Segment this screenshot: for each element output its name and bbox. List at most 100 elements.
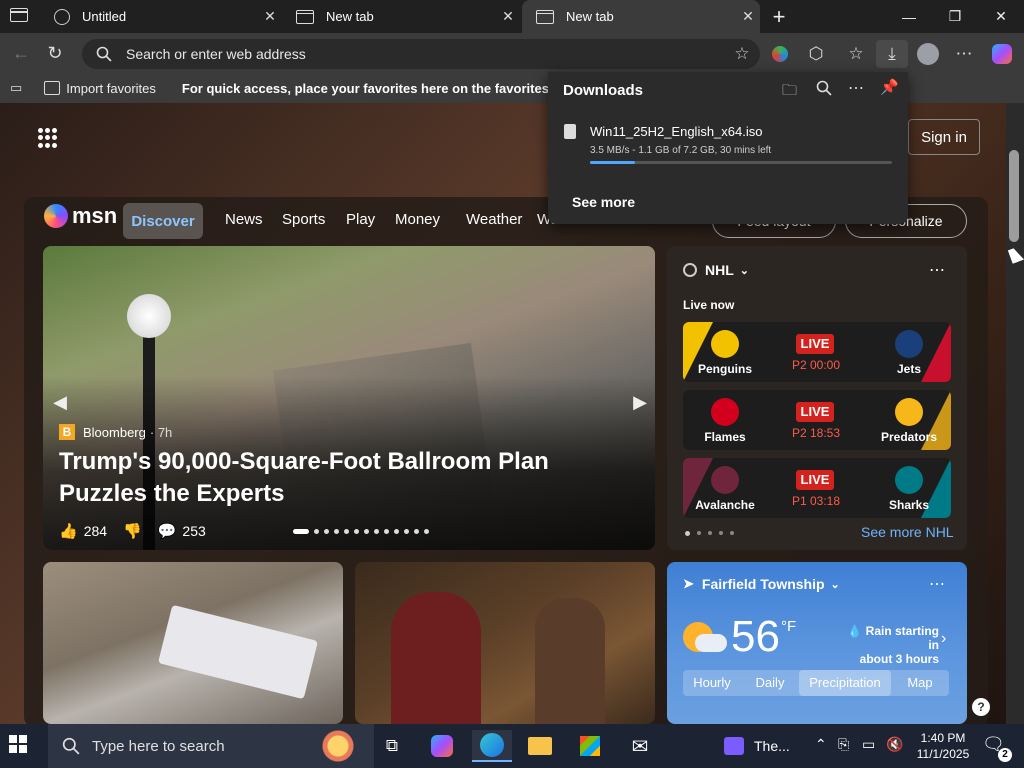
- meet-now-icon[interactable]: ⎘: [838, 736, 849, 753]
- chevron-down-icon: ⌄: [830, 578, 840, 591]
- hero-article[interactable]: ◀ ▶ B Bloomberg · 7h Trump's 90,000-Squa…: [43, 246, 655, 550]
- see-more-nhl-link[interactable]: See more NHL: [861, 524, 954, 540]
- taskbar-app-label: The...: [754, 738, 790, 754]
- taskbar-clock[interactable]: 1:40 PM 11/1/2025: [916, 730, 970, 762]
- hero-prev-arrow[interactable]: ◀: [47, 382, 73, 422]
- hero-next-arrow[interactable]: ▶: [627, 382, 653, 422]
- home-team: Flames: [704, 430, 746, 444]
- hero-headline[interactable]: Trump's 90,000-Square-Foot Ballroom Plan…: [59, 446, 639, 510]
- like-icon[interactable]: 👍: [59, 522, 78, 540]
- extensions-icon[interactable]: ⬡: [800, 40, 832, 68]
- temperature: 56: [731, 612, 780, 661]
- article-card-boat[interactable]: [43, 562, 343, 724]
- close-tab-icon[interactable]: ✕: [496, 8, 520, 25]
- taskbar-search[interactable]: Type here to search: [48, 724, 374, 768]
- favorites-icon[interactable]: ☆: [840, 40, 872, 68]
- mail-icon[interactable]: ✉: [620, 730, 660, 762]
- weather-next-arrow[interactable]: ›: [941, 630, 946, 648]
- see-more-downloads-link[interactable]: See more: [572, 194, 635, 210]
- minimize-button[interactable]: —: [886, 0, 932, 33]
- tab-news[interactable]: News: [225, 211, 263, 228]
- network-icon[interactable]: ▭: [862, 736, 875, 753]
- tab-actions-icon[interactable]: [10, 8, 28, 22]
- sign-in-button[interactable]: Sign in: [908, 119, 980, 155]
- weather-more-icon[interactable]: ⋯: [929, 574, 945, 594]
- globe-icon: [54, 8, 70, 25]
- downloads-title: Downloads: [563, 82, 644, 99]
- weather-location[interactable]: ➤ Fairfield Township ⌄: [683, 576, 840, 592]
- tab-precipitation[interactable]: Precipitation: [799, 670, 891, 696]
- refresh-button[interactable]: ↻: [40, 39, 70, 67]
- search-icon: [96, 46, 112, 62]
- open-folder-icon[interactable]: 🗀: [782, 80, 797, 105]
- help-button[interactable]: ?: [972, 698, 990, 716]
- article-card-show[interactable]: [355, 562, 655, 724]
- game-clock: P2 18:53: [791, 426, 841, 440]
- download-progress-fill: [590, 161, 636, 164]
- taskbar-app-button[interactable]: The...: [724, 724, 812, 768]
- nhl-pager-dots[interactable]: [685, 531, 734, 536]
- dislike-icon[interactable]: 👎: [123, 522, 142, 540]
- tab-map[interactable]: Map: [891, 670, 949, 696]
- more-menu-icon[interactable]: ⋯: [948, 40, 980, 68]
- new-tab-page-icon: [296, 9, 314, 24]
- search-downloads-icon[interactable]: [816, 80, 832, 101]
- tab-sports[interactable]: Sports: [282, 211, 325, 228]
- download-filename[interactable]: Win11_25H2_English_x64.iso: [590, 124, 762, 139]
- hero-reactions: 👍 284 👎 💬 253: [59, 522, 206, 540]
- pin-icon[interactable]: 📌: [880, 78, 899, 96]
- volume-muted-icon[interactable]: 🔇: [886, 736, 903, 753]
- address-bar[interactable]: Search or enter web address ☆: [82, 39, 760, 69]
- tab-discover[interactable]: Discover: [123, 203, 203, 239]
- new-tab-button[interactable]: +: [762, 0, 796, 33]
- comment-icon[interactable]: 💬: [158, 522, 177, 540]
- msn-logo[interactable]: msn: [44, 203, 117, 229]
- apps-launcher-icon[interactable]: [38, 128, 58, 148]
- game-row[interactable]: LIVE P1 03:18 Avalanche Sharks: [683, 458, 951, 518]
- import-favorites-link[interactable]: Import favorites: [66, 81, 156, 96]
- tab-strip: Untitled ✕ New tab ✕ New tab ✕ + — ❐ ✕: [0, 0, 1024, 33]
- tab-untitled[interactable]: Untitled ✕: [40, 0, 282, 33]
- nhl-more-icon[interactable]: ⋯: [929, 260, 945, 280]
- weather-tabs: Hourly Daily Precipitation Map: [683, 670, 949, 696]
- downloads-icon[interactable]: ⤓: [876, 40, 908, 68]
- copilot-icon[interactable]: [986, 40, 1018, 68]
- start-button[interactable]: [8, 734, 40, 758]
- tab-money[interactable]: Money: [395, 211, 440, 228]
- game-clock: P2 00:00: [791, 358, 841, 372]
- tab-new-tab-1[interactable]: New tab ✕: [282, 0, 520, 33]
- task-view-icon[interactable]: ⧉: [372, 730, 412, 762]
- show-hidden-icons-chevron[interactable]: ⌃: [815, 736, 827, 753]
- tab-play[interactable]: Play: [346, 211, 375, 228]
- nhl-header[interactable]: NHL ⌄: [683, 262, 749, 278]
- game-row[interactable]: LIVE P2 18:53 Flames Predators: [683, 390, 951, 450]
- favorite-star-icon[interactable]: ☆: [724, 44, 760, 64]
- tab-hourly[interactable]: Hourly: [683, 670, 741, 696]
- carousel-dots[interactable]: [293, 529, 429, 534]
- profile-avatar[interactable]: [912, 40, 944, 68]
- tab-weather[interactable]: Weather: [466, 211, 522, 228]
- new-tab-page-icon: [536, 9, 554, 24]
- live-badge: LIVE: [796, 402, 834, 422]
- hero-source[interactable]: B Bloomberg · 7h: [59, 424, 172, 440]
- back-button[interactable]: ←: [6, 39, 36, 67]
- downloads-more-icon[interactable]: ⋯: [848, 78, 864, 98]
- close-window-button[interactable]: ✕: [978, 0, 1024, 33]
- temperature-unit[interactable]: °F: [781, 618, 796, 635]
- restore-button[interactable]: ❐: [932, 0, 978, 33]
- close-tab-icon[interactable]: ✕: [736, 8, 760, 25]
- edge-app-icon[interactable]: [472, 730, 512, 762]
- copilot-app-icon[interactable]: [422, 730, 462, 762]
- card-image-person: [535, 598, 605, 724]
- tab-daily[interactable]: Daily: [741, 670, 799, 696]
- file-explorer-icon[interactable]: [520, 730, 560, 762]
- extension-shopping-icon[interactable]: [764, 40, 796, 68]
- close-tab-icon[interactable]: ✕: [258, 8, 282, 25]
- sidebar-toggle-icon[interactable]: ▭: [10, 80, 22, 96]
- msn-butterfly-icon: [44, 204, 68, 228]
- tab-new-tab-active[interactable]: New tab ✕: [522, 0, 760, 33]
- scrollbar-thumb[interactable]: [1009, 150, 1019, 242]
- search-highlight-icon: [314, 730, 374, 762]
- game-row[interactable]: LIVE P2 00:00 Penguins Jets: [683, 322, 951, 382]
- store-icon[interactable]: [570, 730, 610, 762]
